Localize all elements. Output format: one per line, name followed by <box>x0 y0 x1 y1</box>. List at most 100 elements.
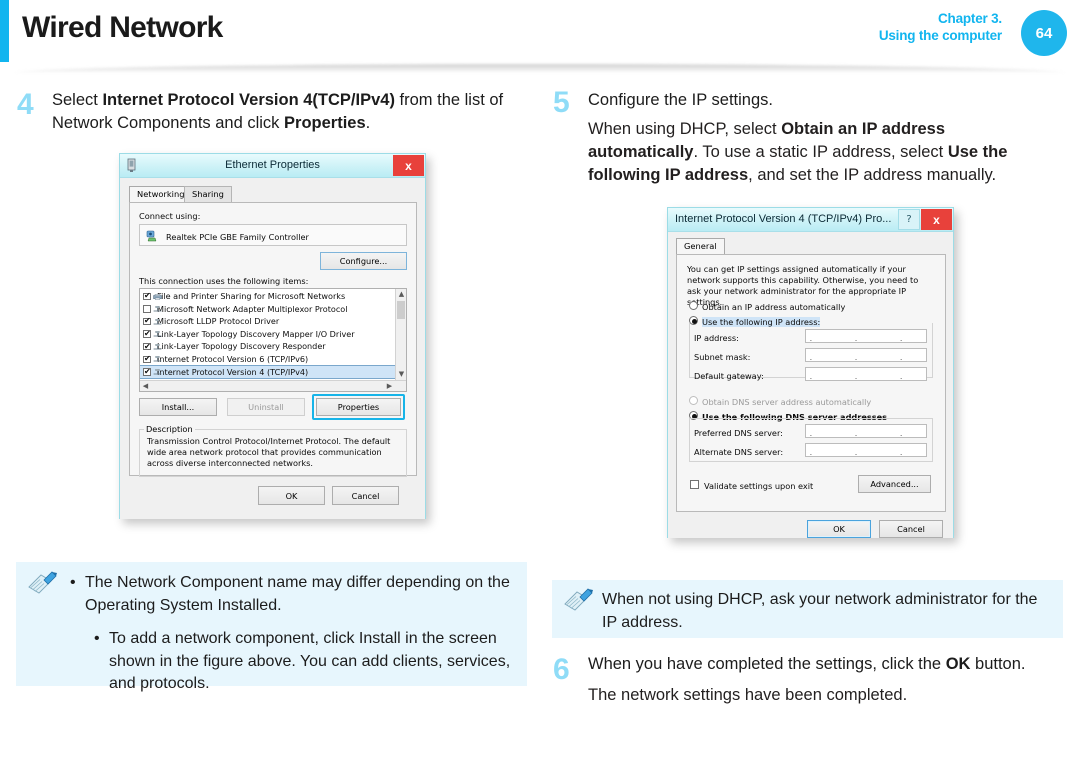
radio-obtain-ip-label: Obtain an IP address automatically <box>702 302 846 312</box>
preferred-dns-label: Preferred DNS server: <box>694 428 783 438</box>
networking-tab-pane: Connect using: Realtek PCIe GBE Family C… <box>129 202 417 477</box>
step-6-bold: OK <box>945 655 971 673</box>
list-item[interactable]: Link-Layer Topology Discovery Mapper I/O… <box>140 328 395 341</box>
list-item-label: File and Printer Sharing for Microsoft N… <box>157 291 346 301</box>
ip-address-value: . . . <box>809 333 923 343</box>
list-item-label: Link-Layer Topology Discovery Mapper I/O… <box>157 328 355 339</box>
chapter-label: Chapter 3. <box>937 11 1002 26</box>
note-left-item-0: The Network Component name may differ de… <box>85 574 510 614</box>
tcpip-dialog-body: General You can get IP settings assigned… <box>668 232 953 538</box>
step-6-post: button. <box>970 655 1026 673</box>
uninstall-button: Uninstall <box>227 398 305 416</box>
install-button[interactable]: Install... <box>139 398 217 416</box>
tcpip-tabstrip[interactable]: General <box>676 238 946 255</box>
ip-address-field[interactable]: . . . <box>805 329 927 343</box>
list-item[interactable]: Microsoft Network Adapter Multiplexor Pr… <box>140 303 395 316</box>
list-item[interactable]: Internet Protocol Version 6 (TCP/IPv6) <box>140 353 395 366</box>
ip-address-label: IP address: <box>694 333 739 343</box>
protocol-icon <box>153 356 161 362</box>
radio-obtain-dns-label: Obtain DNS server address automatically <box>702 397 872 407</box>
description-text: Transmission Control Protocol/Internet P… <box>147 436 391 468</box>
page-header: Wired Network Chapter 3. Using the compu… <box>0 0 1080 73</box>
ethernet-ok-button[interactable]: OK <box>258 486 325 505</box>
step-6-text: When you have completed the settings, cl… <box>588 653 1068 676</box>
list-item[interactable]: Link-Layer Topology Discovery Responder <box>140 340 395 353</box>
protocol-icon <box>153 318 161 325</box>
ethernet-dialog-titlebar[interactable]: Ethernet Properties x <box>120 154 425 178</box>
list-item[interactable]: File and Printer Sharing for Microsoft N… <box>140 290 395 303</box>
checkbox-icon[interactable] <box>143 366 151 376</box>
list-item[interactable]: Microsoft LLDP Protocol Driver <box>140 315 395 328</box>
tcpip-dialog-title: Internet Protocol Version 4 (TCP/IPv4) P… <box>675 213 892 225</box>
adapter-name: Realtek PCIe GBE Family Controller <box>166 232 309 242</box>
list-item[interactable]: Internet Protocol Version 4 (TCP/IPv4) <box>140 364 396 380</box>
list-item-label: Microsoft Network Adapter Multiplexor Pr… <box>157 303 348 314</box>
checkbox-icon[interactable] <box>143 328 151 338</box>
tab-general[interactable]: General <box>676 238 725 255</box>
step-5-text: Configure the IP settings. <box>588 91 773 109</box>
connect-using-label: Connect using: <box>139 211 201 221</box>
network-components-list[interactable]: File and Printer Sharing for Microsoft N… <box>139 288 407 392</box>
tcpip-properties-dialog[interactable]: Internet Protocol Version 4 (TCP/IPv4) P… <box>667 207 954 538</box>
ethernet-cancel-button[interactable]: Cancel <box>332 486 399 505</box>
radio-obtain-ip-automatically[interactable] <box>689 301 698 310</box>
ethernet-properties-dialog[interactable]: Ethernet Properties x Networking Sharing… <box>119 153 426 519</box>
preferred-dns-field[interactable]: . . . <box>805 424 927 438</box>
printer-icon <box>152 293 162 300</box>
ethernet-dialog-body: Networking Sharing Connect using: Realte… <box>120 178 425 519</box>
checkbox-icon[interactable] <box>143 341 151 351</box>
page-number-badge: 64 <box>1021 10 1067 56</box>
subnet-mask-field[interactable]: . . . <box>805 348 927 362</box>
note-box-right: When not using DHCP, ask your network ad… <box>552 580 1063 638</box>
note-pen-icon <box>564 588 593 611</box>
note-left-items: • The Network Component name may differ … <box>70 572 520 696</box>
step-4-text: Select Internet Protocol Version 4(TCP/I… <box>52 89 532 135</box>
tab-networking[interactable]: Networking <box>129 186 193 203</box>
step-5-mid: . To use a static IP address, select <box>693 143 948 161</box>
help-icon[interactable]: ? <box>898 209 920 230</box>
list-item-label: Internet Protocol Version 4 (TCP/IPv4) <box>157 366 309 377</box>
tab-sharing[interactable]: Sharing <box>184 186 232 203</box>
step-5-pre: When using DHCP, select <box>588 120 782 138</box>
checkbox-icon[interactable] <box>143 316 151 326</box>
tcpip-cancel-button[interactable]: Cancel <box>879 520 943 538</box>
scroll-thumb[interactable] <box>397 301 405 319</box>
components-list-label: This connection uses the following items… <box>139 276 309 286</box>
list-vertical-scrollbar[interactable]: ▲ ▼ <box>395 289 406 380</box>
properties-button[interactable]: Properties <box>316 398 401 416</box>
list-item-label: Microsoft LLDP Protocol Driver <box>157 316 280 327</box>
checkbox-icon[interactable] <box>143 305 151 313</box>
general-tab-pane: You can get IP settings assigned automat… <box>676 254 946 512</box>
protocol-icon <box>153 331 161 337</box>
checkbox-icon[interactable] <box>143 290 151 301</box>
tcpip-ok-button[interactable]: OK <box>807 520 871 538</box>
checkbox-icon[interactable] <box>143 353 151 364</box>
step-4-bold-2: Properties <box>284 114 366 132</box>
subnet-mask-label: Subnet mask: <box>694 352 751 362</box>
chapter-block: Chapter 3. Using the computer <box>879 10 1002 44</box>
list-horizontal-scrollbar[interactable]: ◀ ▶ <box>140 380 406 391</box>
ethernet-tabstrip[interactable]: Networking Sharing <box>129 186 417 203</box>
radio-obtain-dns-automatically[interactable] <box>689 396 698 405</box>
default-gateway-field[interactable]: . . . <box>805 367 927 381</box>
header-accent-bar <box>0 0 9 62</box>
step-6-pre: When you have completed the settings, cl… <box>588 655 946 673</box>
step-6-number: 6 <box>553 653 570 686</box>
alternate-dns-value: . . . <box>809 447 923 457</box>
close-icon[interactable]: x <box>921 209 952 230</box>
scroll-left-icon[interactable]: ◀ <box>140 381 151 391</box>
advanced-button[interactable]: Advanced... <box>858 475 931 493</box>
tcpip-dialog-titlebar[interactable]: Internet Protocol Version 4 (TCP/IPv4) P… <box>668 208 953 232</box>
validate-settings-label: Validate settings upon exit <box>704 481 814 491</box>
scroll-up-icon[interactable]: ▲ <box>396 289 406 300</box>
scroll-right-icon[interactable]: ▶ <box>384 381 395 391</box>
step-4-end: . <box>365 114 371 132</box>
validate-settings-checkbox[interactable] <box>690 480 699 489</box>
close-icon[interactable]: x <box>393 155 424 176</box>
note-left-item-1: To add a network component, click Instal… <box>109 630 511 692</box>
alternate-dns-field[interactable]: . . . <box>805 443 927 457</box>
scroll-down-icon[interactable]: ▼ <box>396 369 406 380</box>
default-gateway-label: Default gateway: <box>694 371 764 381</box>
configure-button[interactable]: Configure... <box>320 252 407 270</box>
alternate-dns-label: Alternate DNS server: <box>694 447 784 457</box>
